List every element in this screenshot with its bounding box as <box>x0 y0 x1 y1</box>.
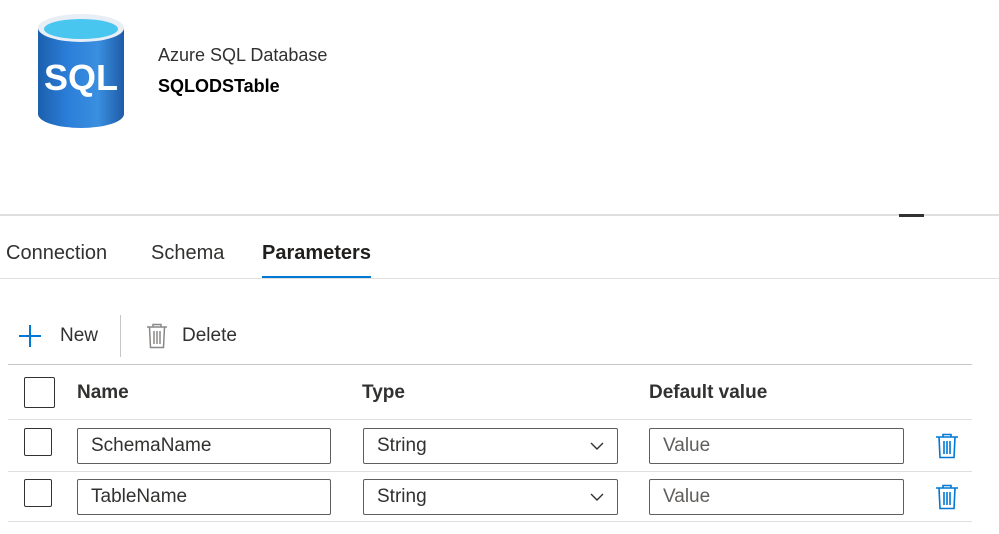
row-divider <box>8 419 972 420</box>
tab-parameters[interactable]: Parameters <box>262 236 371 279</box>
column-header-default-value: Default value <box>649 382 768 403</box>
delete-button-label: Delete <box>182 325 237 346</box>
row-divider <box>8 521 972 522</box>
sql-database-icon: SQL <box>38 14 124 128</box>
plus-icon <box>19 325 41 347</box>
table-row: String <box>0 424 999 474</box>
dataset-type-label: Azure SQL Database <box>158 45 328 65</box>
dataset-header: SQL Azure SQL Database SQLODSTable <box>0 0 999 150</box>
default-value-input[interactable] <box>649 479 904 515</box>
delete-row-icon[interactable] <box>935 433 959 459</box>
new-button-label: New <box>60 325 99 346</box>
toolbar: New Delete <box>0 312 999 358</box>
tab-parameters-label: Parameters <box>262 242 371 264</box>
column-header-name: Name <box>77 382 129 403</box>
tab-connection[interactable]: Connection <box>6 236 107 270</box>
select-all-checkbox[interactable] <box>24 377 55 408</box>
sql-icon-text: SQL <box>44 57 118 98</box>
delete-row-icon[interactable] <box>935 484 959 510</box>
trash-icon <box>147 323 167 349</box>
parameter-name-input[interactable] <box>77 479 331 515</box>
divider <box>0 214 999 216</box>
tabs-divider <box>0 278 999 279</box>
row-checkbox[interactable] <box>24 428 52 456</box>
parameter-type-select[interactable]: String <box>363 479 618 515</box>
default-value-input[interactable] <box>649 428 904 464</box>
resize-handle[interactable] <box>899 214 924 217</box>
column-header-type: Type <box>362 382 405 403</box>
tab-bar: Connection Schema Parameters <box>0 236 999 280</box>
chevron-down-icon <box>590 493 604 501</box>
parameter-type-select[interactable]: String <box>363 428 618 464</box>
parameter-name-input[interactable] <box>77 428 331 464</box>
new-button[interactable]: New <box>18 316 98 356</box>
parameter-type-value: String <box>377 435 427 456</box>
tab-schema[interactable]: Schema <box>151 236 224 270</box>
table-row: String <box>0 475 999 525</box>
toolbar-separator <box>120 315 121 357</box>
grid-header: Name Type Default value <box>0 368 999 418</box>
row-divider <box>8 471 972 472</box>
dataset-name: SQLODSTable <box>158 76 280 96</box>
chevron-down-icon <box>590 442 604 450</box>
delete-button[interactable]: Delete <box>146 316 237 356</box>
row-checkbox[interactable] <box>24 479 52 507</box>
grid-header-divider <box>8 364 972 365</box>
parameter-type-value: String <box>377 486 427 507</box>
